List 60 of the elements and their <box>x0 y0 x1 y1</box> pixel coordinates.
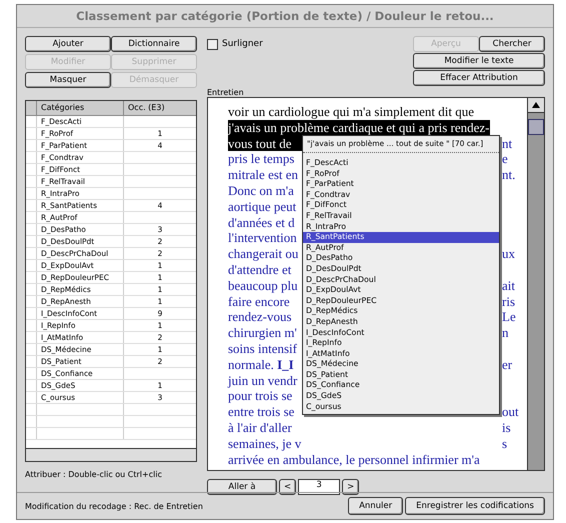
window-title: Classement par catégorie (Portion de texte) / Douleur le retou... <box>17 5 553 28</box>
status-text: Modification du recodage : Rec. de Entretien <box>25 502 203 510</box>
button[interactable]: Ajouter <box>25 36 111 52</box>
text-fragment: ris <box>502 294 515 310</box>
column-header[interactable]: Occ. (E3) <box>123 101 196 115</box>
text-fragment: e <box>502 151 508 168</box>
page-field[interactable]: 3 <box>298 479 340 495</box>
button[interactable]: Enregistrer les codifications <box>405 497 545 515</box>
text-line: juin un vendr <box>228 372 298 388</box>
text-line: aortique peut <box>228 198 296 215</box>
button[interactable]: Annuler <box>348 497 404 515</box>
text-fragment: faire encore <box>228 294 290 309</box>
scrollbar-thumb[interactable] <box>528 119 544 135</box>
highlight-checkbox[interactable]: Surligner <box>207 36 263 52</box>
text-fragment: out <box>502 404 519 420</box>
next-button[interactable]: > <box>342 479 360 495</box>
text-line: arrivée en ambulance, le personnel infirmier m'a <box>228 452 480 468</box>
text-line: d'attendre et <box>228 262 292 278</box>
text-fragment: à l'air d'aller <box>228 420 292 435</box>
text-fragment: ait <box>502 278 515 294</box>
text-fragment: Le <box>502 309 516 326</box>
up-arrow-icon <box>532 102 540 108</box>
button[interactable]: Modifier le texte <box>413 53 545 69</box>
button[interactable]: Chercher <box>479 36 545 52</box>
vertical-scrollbar[interactable] <box>527 98 544 470</box>
text-fragment: vous tout de <box>228 136 292 151</box>
text-line: d'années et d <box>228 214 295 230</box>
checkbox-label: Surligner <box>222 39 263 49</box>
text-line: soins intensif <box>228 340 297 357</box>
text-fragment: mitrale est en <box>228 167 298 182</box>
text-line: voir un cardiologue qui m'a simplement dit que <box>228 104 474 120</box>
text-fragment: entre trois se <box>228 404 294 420</box>
button[interactable]: Effacer Attribution <box>413 70 545 86</box>
checkbox[interactable] <box>207 38 218 50</box>
text-fragment: normale. I_I <box>228 356 294 372</box>
text-fragment: s <box>502 436 508 452</box>
text-fragment: pris le temps <box>228 151 294 166</box>
text-fragment: beaucoup plu <box>228 278 298 293</box>
goto-button[interactable]: Aller à <box>207 479 277 495</box>
scroll-up-button[interactable] <box>528 98 544 113</box>
text-label: Entretien <box>207 88 245 97</box>
text-fragment: rendez-vous <box>228 309 292 324</box>
text-fragment: nt <box>502 136 512 152</box>
text-fragment: chirurgien m' <box>228 325 297 340</box>
previous-button[interactable]: < <box>279 479 296 495</box>
button[interactable]: Dictionnaire <box>111 36 197 52</box>
text-fragment: semaines, je v <box>228 436 302 451</box>
button[interactable]: Masquer <box>25 72 111 88</box>
text-line: l'intervention <box>228 230 297 246</box>
text-line: pour trois se <box>228 388 292 404</box>
text-fragment: n <box>502 325 508 341</box>
hint-text: Attribuer : Double-clic ou Ctrl+clic <box>25 470 163 479</box>
horizontal-scrollbar[interactable] <box>26 448 196 461</box>
text-fragment: er <box>502 356 512 373</box>
text-fragment: changerait ou <box>228 246 298 262</box>
column-header[interactable]: Catégories <box>36 101 123 115</box>
text-line: Donc on m'a <box>228 182 294 199</box>
text-fragment: is <box>502 420 511 436</box>
text-fragment: ux <box>502 246 515 262</box>
text-fragment: nt. <box>502 167 516 183</box>
